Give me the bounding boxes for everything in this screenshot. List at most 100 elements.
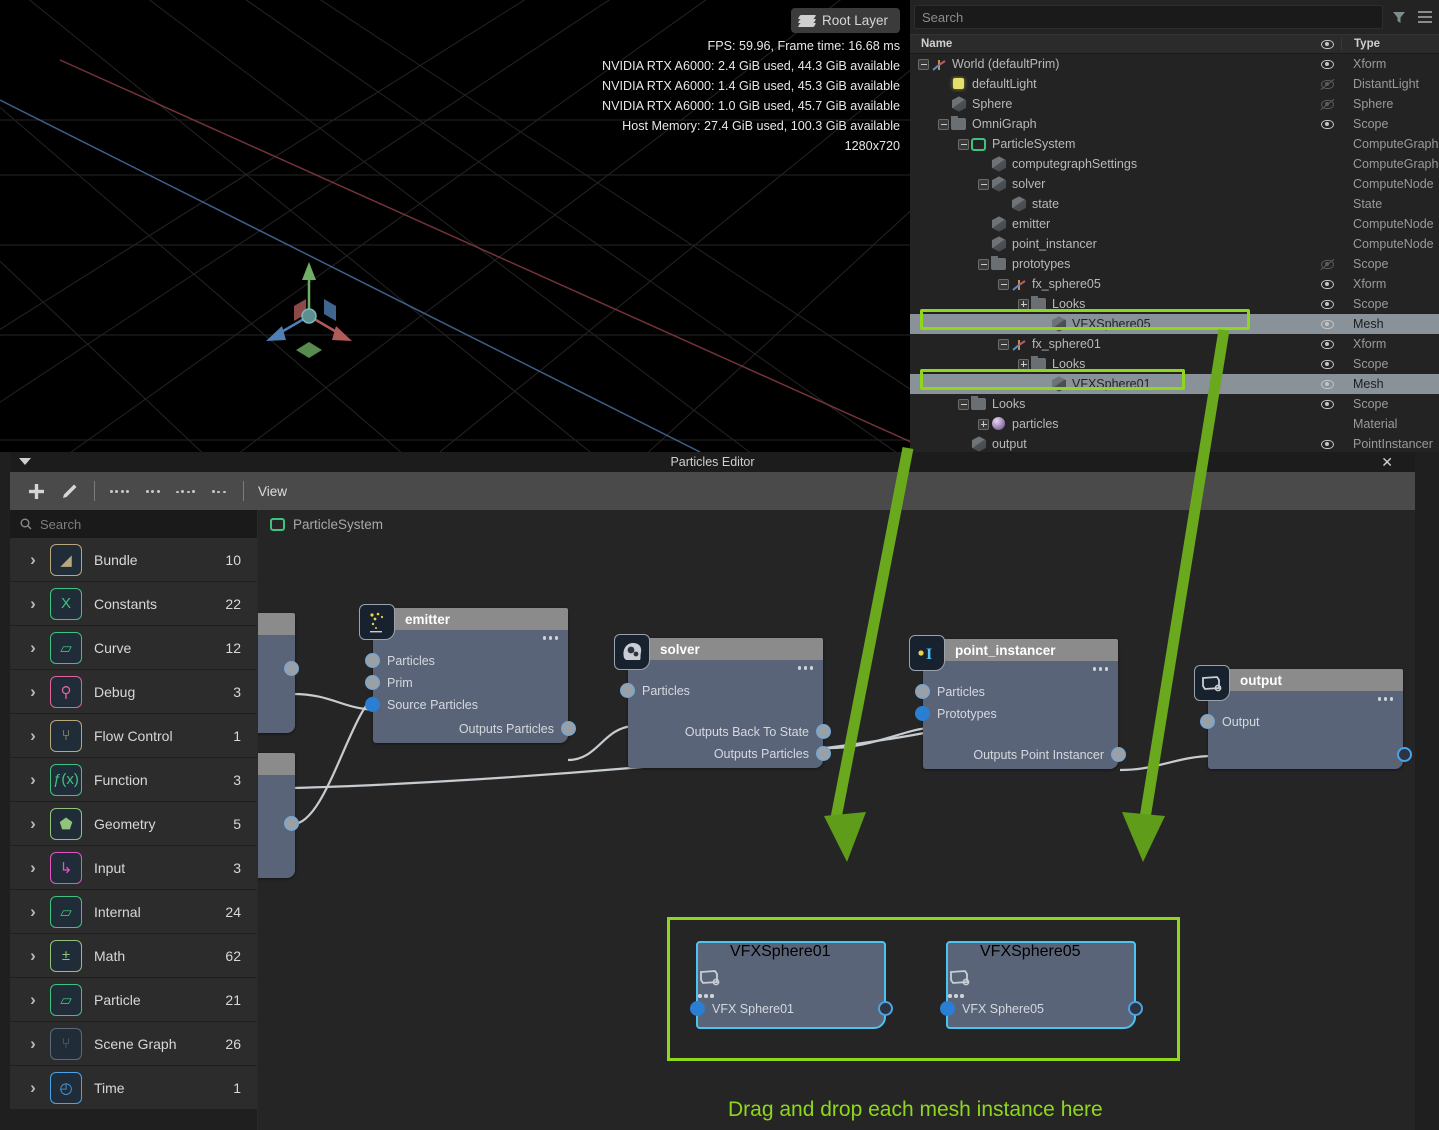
visibility-toggle[interactable] <box>1313 258 1341 270</box>
chevron-right-icon[interactable]: › <box>16 814 50 834</box>
eye-icon[interactable] <box>1320 359 1334 369</box>
visibility-toggle[interactable] <box>1313 319 1341 329</box>
graph-canvas[interactable]: emitter Particles Prim Source Particles Outp… <box>258 538 1415 1130</box>
library-category-curve[interactable]: › ▱ Curve 12 <box>10 626 257 670</box>
input-port-particles[interactable]: Particles <box>620 683 690 698</box>
eye-icon[interactable] <box>1320 439 1334 449</box>
table-row[interactable]: World (defaultPrim) Xform <box>910 54 1439 74</box>
close-icon[interactable]: ✕ <box>1381 454 1393 471</box>
port-dot[interactable] <box>620 683 635 698</box>
table-row[interactable]: computegraphSettings ComputeGraphSe <box>910 154 1439 174</box>
input-port-prototypes[interactable]: Prototypes <box>915 706 997 721</box>
library-category-input[interactable]: › ↳ Input 3 <box>10 846 257 890</box>
eye-icon[interactable] <box>1320 59 1334 69</box>
input-port-output[interactable]: Output <box>1200 714 1260 729</box>
visibility-toggle[interactable] <box>1313 59 1341 69</box>
viewport-axis-gizmo[interactable] <box>262 262 358 362</box>
collapse-toggle[interactable] <box>918 58 929 70</box>
node-output-port[interactable] <box>284 661 299 676</box>
chevron-right-icon[interactable]: › <box>16 682 50 702</box>
filter-icon[interactable] <box>1389 6 1409 28</box>
library-category-constants[interactable]: › X Constants 22 <box>10 582 257 626</box>
table-row[interactable]: state State <box>910 194 1439 214</box>
table-row[interactable]: prototypes Scope <box>910 254 1439 274</box>
port-dot[interactable] <box>816 724 831 739</box>
drop-zone[interactable]: VFXSphere01 VFX Sphere01 VFXSphere05 VFX Sp… <box>667 917 1180 1061</box>
table-row[interactable]: Looks Scope <box>910 354 1439 374</box>
table-row[interactable]: output PointInstancer <box>910 434 1439 452</box>
visibility-toggle[interactable] <box>1313 98 1341 110</box>
node-header[interactable]: solver <box>628 638 823 660</box>
library-search-row[interactable]: Search <box>10 510 257 538</box>
chevron-right-icon[interactable]: › <box>16 1034 50 1054</box>
port-dot[interactable] <box>915 684 930 699</box>
expand-toggle[interactable] <box>978 418 989 430</box>
output-port-outputs-particles[interactable]: Outputs Particles <box>714 746 831 761</box>
chevron-right-icon[interactable]: › <box>16 638 50 658</box>
port-dot[interactable] <box>690 1001 705 1016</box>
chevron-right-icon[interactable]: › <box>16 990 50 1010</box>
node-header[interactable]: VFXSphere01 <box>698 943 884 965</box>
eye-icon[interactable] <box>1320 399 1334 409</box>
table-row[interactable]: VFXSphere01 Mesh <box>910 374 1439 394</box>
input-port-particles[interactable]: Particles <box>365 653 435 668</box>
visibility-toggle[interactable] <box>1313 439 1341 449</box>
library-category-function[interactable]: › ƒ(x) Function 3 <box>10 758 257 802</box>
port-dot[interactable] <box>365 675 380 690</box>
table-row[interactable]: point_instancer ComputeNode <box>910 234 1439 254</box>
node-menu-dots[interactable] <box>542 636 558 640</box>
chevron-right-icon[interactable]: › <box>16 858 50 878</box>
collapse-toggle[interactable] <box>958 398 969 410</box>
graph-node-output[interactable]: output Output <box>1194 665 1412 769</box>
node-menu-dots[interactable] <box>797 666 813 670</box>
chevron-right-icon[interactable]: › <box>16 902 50 922</box>
collapse-toggle[interactable] <box>938 118 949 130</box>
options-menu-icon[interactable] <box>1415 6 1435 28</box>
eye-off-icon[interactable] <box>1319 258 1335 270</box>
collapse-toggle[interactable] <box>958 138 969 150</box>
table-row[interactable]: Sphere Sphere <box>910 94 1439 114</box>
node-menu-dots[interactable] <box>1377 697 1393 701</box>
port-dot[interactable] <box>561 721 576 736</box>
output-terminal-port[interactable] <box>878 1001 893 1016</box>
graph-node-VFXSphere05[interactable]: VFXSphere05 VFX Sphere05 <box>940 941 1143 1029</box>
node-menu-dots[interactable] <box>698 994 884 998</box>
root-layer-button[interactable]: Root Layer <box>790 8 900 33</box>
graph-node-point_instancer[interactable]: point_instancer I Particles Prototypes Outpu… <box>909 635 1126 769</box>
library-category-bundle[interactable]: › ◢ Bundle 10 <box>10 538 257 582</box>
node-output-port[interactable] <box>284 816 299 831</box>
library-category-internal[interactable]: › ▱ Internal 24 <box>10 890 257 934</box>
graph-node-emitter[interactable]: emitter Particles Prim Source Particles Outp… <box>359 604 576 743</box>
collapse-toggle[interactable] <box>998 338 1009 350</box>
node-header[interactable]: emitter <box>373 608 568 630</box>
library-category-flow-control[interactable]: › ⑂ Flow Control 1 <box>10 714 257 758</box>
input-port-vfx-sphere01[interactable]: VFX Sphere01 <box>690 1001 794 1016</box>
input-port-source-particles[interactable]: Source Particles <box>365 697 478 712</box>
layout-option-2-button[interactable] <box>136 472 169 510</box>
layout-option-3-button[interactable] <box>169 472 202 510</box>
eye-icon[interactable] <box>1320 279 1334 289</box>
table-row[interactable]: defaultLight DistantLight <box>910 74 1439 94</box>
visibility-toggle[interactable] <box>1313 359 1341 369</box>
chevron-right-icon[interactable]: › <box>16 946 50 966</box>
graph-breadcrumb[interactable]: ParticleSystem <box>258 510 1415 538</box>
eye-off-icon[interactable] <box>1319 98 1335 110</box>
table-row[interactable]: ParticleSystem ComputeGraph <box>910 134 1439 154</box>
graph-node-solver[interactable]: solver Particles Outputs Back To State Outp… <box>614 634 831 768</box>
layout-option-1-button[interactable] <box>103 472 136 510</box>
table-row[interactable]: solver ComputeNode <box>910 174 1439 194</box>
port-dot[interactable] <box>940 1001 955 1016</box>
output-terminal-port[interactable] <box>1128 1001 1143 1016</box>
port-dot[interactable] <box>915 706 930 721</box>
collapse-toggle[interactable] <box>998 278 1009 290</box>
library-category-geometry[interactable]: › ⬟ Geometry 5 <box>10 802 257 846</box>
library-list[interactable]: › ◢ Bundle 10 › X Constants 22 › ▱ Curve 12 › ⚲ Debug 3… <box>10 538 257 1110</box>
node-header[interactable]: output <box>1208 669 1403 691</box>
table-row[interactable]: Looks Scope <box>910 394 1439 414</box>
table-row[interactable]: Looks Scope <box>910 294 1439 314</box>
node-menu-dots[interactable] <box>948 994 1134 998</box>
expand-toggle[interactable] <box>1018 298 1029 310</box>
eye-icon[interactable] <box>1320 319 1334 329</box>
visibility-toggle[interactable] <box>1313 119 1341 129</box>
collapse-toggle[interactable] <box>978 178 989 190</box>
